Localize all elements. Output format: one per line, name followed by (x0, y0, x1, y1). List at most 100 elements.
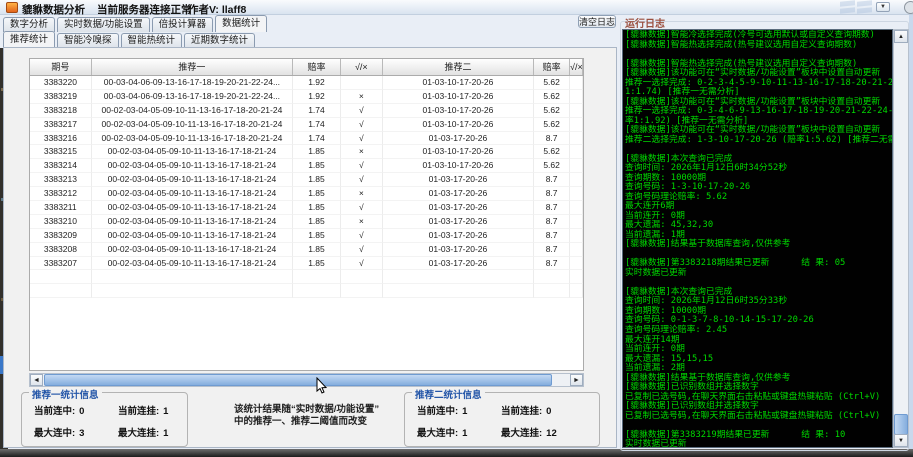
log-scrollbar-thumb[interactable] (894, 414, 908, 435)
stats-note-line2: 中的推荐一、推荐二阈值而改变 (234, 416, 399, 428)
cell-r11-c1: 00-02-03-04-05-09-10-11-13-16-17-18-21-2… (92, 229, 293, 243)
cell-r0-c5: 5.62 (534, 76, 570, 90)
cell-r7-c5: 8.7 (534, 173, 570, 187)
empty-cell (383, 284, 534, 298)
sub-tab-1[interactable]: 智能冷嗅探 (57, 33, 119, 48)
cell-r7-c3: √ (341, 173, 383, 187)
table-row[interactable]: 338321600-02-03-04-05-09-10-11-13-16-17-… (30, 132, 583, 146)
cell-r10-c4: 01-03-17-20-26 (383, 215, 534, 229)
column-header-2: 赔率 (293, 59, 341, 75)
box1-stat-2: 最大连中: 3 (34, 425, 84, 439)
recommend-statistics-table[interactable]: 期号推荐一赔率√/×推荐二赔率√/× 338322000-03-04-06-09… (29, 58, 584, 371)
cell-r12-c0: 3383208 (30, 243, 92, 257)
cell-r11-c5: 8.7 (534, 229, 570, 243)
cell-r1-c0: 3383219 (30, 90, 92, 104)
cell-r5-c3: × (341, 145, 383, 159)
main-tab-3[interactable]: 数据统计 (215, 15, 267, 32)
sub-tab-0[interactable]: 推荐统计 (3, 31, 55, 48)
cell-r11-c4: 01-03-17-20-26 (383, 229, 534, 243)
log-line-40: 已复制已选号码,在聊天界面右击粘贴或键盘热键粘贴 (Ctrl+V) (625, 412, 890, 422)
table-row[interactable]: 338321300-02-03-04-05-09-10-11-13-16-17-… (30, 173, 583, 187)
run-log-output[interactable]: [貔貅数据]智能冷选择完成(冷号可选用默认或自定义查询期数)[貔貅数据]智能热选… (622, 29, 893, 448)
box1-stat-value-2: 3 (79, 428, 84, 439)
cell-r4-c5: 8.7 (534, 132, 570, 146)
box1-stat-label-2: 最大连中: (34, 428, 75, 439)
chevron-down-icon[interactable]: ▼ (876, 2, 890, 12)
cell-r1-c2: 1.92 (293, 90, 341, 104)
box2-stat-value-1: 0 (546, 406, 551, 417)
cell-r2-c5: 5.62 (534, 104, 570, 118)
cell-r0-c1: 00-03-04-06-09-13-16-17-18-19-20-21-22-2… (92, 76, 293, 90)
main-tab-1[interactable]: 实时数据/功能设置 (57, 17, 150, 32)
window-right-border (909, 14, 913, 449)
cell-r6-c0: 3383214 (30, 159, 92, 173)
recommend1-stats-title: 推荐一统计信息 (29, 387, 102, 401)
main-tab-0[interactable]: 数字分析 (3, 17, 55, 32)
cell-r3-c2: 1.74 (293, 118, 341, 132)
log-vertical-scrollbar[interactable]: ▲ ▼ (893, 29, 909, 448)
table-row[interactable]: 338321800-02-03-04-05-09-10-11-13-16-17-… (30, 104, 583, 118)
cell-r1-c4: 01-03-10-17-20-26 (383, 90, 534, 104)
box1-stat-value-0: 0 (79, 406, 84, 417)
clear-log-button[interactable]: 清空日志 (578, 15, 616, 28)
statistics-page: 期号推荐一赔率√/×推荐二赔率√/× 338322000-03-04-06-09… (3, 47, 617, 448)
column-header-3: √/× (341, 59, 383, 75)
log-line-25: 实时数据已更新 (625, 269, 890, 279)
cell-r9-c1: 00-02-03-04-05-09-10-11-13-16-17-18-21-2… (92, 201, 293, 215)
cell-r9-c6 (570, 201, 583, 215)
box2-stat-2: 最大连中:1 (417, 425, 467, 439)
table-row[interactable]: 338322000-03-04-06-09-13-16-17-18-19-20-… (30, 76, 583, 90)
main-tab-2[interactable]: 倍投计算器 (152, 17, 214, 32)
scroll-left-arrow-icon[interactable]: ◄ (30, 374, 43, 386)
cell-r6-c3: √ (341, 159, 383, 173)
sub-tab-2[interactable]: 智能热统计 (121, 33, 183, 48)
empty-cell (30, 284, 92, 298)
cell-r5-c4: 01-03-10-17-20-26 (383, 145, 534, 159)
cell-r0-c6 (570, 76, 583, 90)
cell-r9-c2: 1.85 (293, 201, 341, 215)
table-row[interactable]: 338320800-02-03-04-05-09-10-11-13-16-17-… (30, 243, 583, 257)
cell-r3-c6 (570, 118, 583, 132)
table-row[interactable]: 338321200-02-03-04-05-09-10-11-13-16-17-… (30, 187, 583, 201)
empty-cell (534, 284, 570, 298)
horizontal-scrollbar-thumb[interactable] (44, 374, 552, 386)
box2-stat-value-3: 12 (546, 428, 557, 439)
cell-r6-c1: 00-02-03-04-05-09-10-11-13-16-17-18-21-2… (92, 159, 293, 173)
mouse-cursor (316, 377, 328, 395)
table-row[interactable]: 338321000-02-03-04-05-09-10-11-13-16-17-… (30, 215, 583, 229)
cell-r10-c5: 8.7 (534, 215, 570, 229)
app-icon (6, 2, 18, 13)
box1-stat-value-3: 1 (163, 428, 168, 439)
cell-r2-c2: 1.74 (293, 104, 341, 118)
empty-cell (383, 270, 534, 284)
cell-r10-c3: × (341, 215, 383, 229)
scroll-down-arrow-icon[interactable]: ▼ (894, 434, 908, 447)
table-header-row: 期号推荐一赔率√/×推荐二赔率√/× (30, 59, 583, 76)
cell-r4-c3: √ (341, 132, 383, 146)
cell-r9-c4: 01-03-17-20-26 (383, 201, 534, 215)
box1-stat-label-3: 最大连挂: (118, 428, 159, 439)
cell-r1-c1: 00-03-04-06-09-13-16-17-18-19-20-21-22-2… (92, 90, 293, 104)
table-row[interactable]: 338321500-02-03-04-05-09-10-11-13-16-17-… (30, 145, 583, 159)
cell-r1-c5: 5.62 (534, 90, 570, 104)
box2-stat-value-0: 1 (462, 406, 467, 417)
cell-r11-c3: √ (341, 229, 383, 243)
overlay-circle-icon[interactable] (904, 1, 913, 14)
sub-tab-3[interactable]: 近期数字统计 (184, 33, 255, 48)
cell-r1-c6 (570, 90, 583, 104)
table-row[interactable]: 338321700-02-03-04-05-09-10-11-13-16-17-… (30, 118, 583, 132)
table-row[interactable]: 338321400-02-03-04-05-09-10-11-13-16-17-… (30, 159, 583, 173)
horizontal-scrollbar[interactable]: ◄ ► (29, 373, 584, 387)
table-row[interactable]: 338320900-02-03-04-05-09-10-11-13-16-17-… (30, 229, 583, 243)
table-row[interactable]: 338320700-02-03-04-05-09-10-11-13-16-17-… (30, 257, 583, 271)
box1-stat-value-1: 1 (163, 406, 168, 417)
cell-r0-c3 (341, 76, 383, 90)
empty-cell (534, 270, 570, 284)
table-row[interactable]: 338321900-03-04-06-09-13-16-17-18-19-20-… (30, 90, 583, 104)
box1-stat-1: 当前连挂:1 (118, 403, 168, 417)
title-bar: 貔貅数据分析 当前服务器连接正常 作者V: llaff8 ▼ (0, 0, 913, 15)
table-row[interactable]: 338321100-02-03-04-05-09-10-11-13-16-17-… (30, 201, 583, 215)
scroll-up-arrow-icon[interactable]: ▲ (894, 30, 908, 43)
cell-r7-c4: 01-03-17-20-26 (383, 173, 534, 187)
scroll-right-arrow-icon[interactable]: ► (570, 374, 583, 386)
